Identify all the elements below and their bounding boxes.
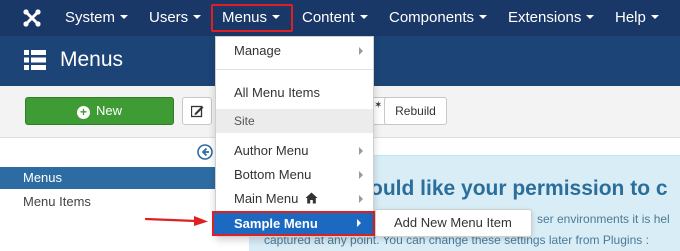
new-button-label: New xyxy=(95,103,122,118)
message-heading: ould like your permission to c xyxy=(370,177,668,200)
menus-highlight-box xyxy=(211,4,293,32)
caret-down-icon xyxy=(193,15,202,20)
menu-item-all-menu-items[interactable]: All Menu Items xyxy=(216,82,373,104)
caret-down-icon xyxy=(586,15,595,20)
caret-down-icon xyxy=(650,15,659,20)
sidebar-item-menu-items[interactable]: Menu Items xyxy=(23,193,91,211)
nav-help-label: Help xyxy=(615,9,646,26)
submenu-arrow-icon xyxy=(359,195,363,203)
nav-help[interactable]: Help xyxy=(615,0,659,36)
caret-down-icon xyxy=(120,15,129,20)
menus-dropdown: Manage All Menu Items Site Author Menu B… xyxy=(215,36,374,237)
menu-item-all-menu-items-label: All Menu Items xyxy=(234,85,320,100)
menu-item-manage-label: Manage xyxy=(234,43,281,58)
nav-users-label: Users xyxy=(149,9,189,26)
menu-item-bottom-menu[interactable]: Bottom Menu xyxy=(216,164,373,186)
menu-item-author-menu-label: Author Menu xyxy=(234,143,309,158)
menu-item-bottom-menu-label: Bottom Menu xyxy=(234,167,312,182)
caret-down-icon xyxy=(479,15,488,20)
sidebar-item-menus[interactable]: Menus xyxy=(0,167,215,189)
sample-menu-submenu: Add New Menu Item xyxy=(375,209,532,237)
page-title: Menus xyxy=(60,48,124,71)
menu-item-sample-menu[interactable]: Sample Menu xyxy=(212,211,375,236)
list-icon xyxy=(24,50,46,70)
top-navbar: System Users Menus Content Components Ex… xyxy=(0,0,680,36)
nav-components-label: Components xyxy=(389,9,475,26)
asterisk-icon: ✶ xyxy=(374,100,383,111)
submenu-arrow-icon xyxy=(359,171,363,179)
nav-system[interactable]: System xyxy=(65,0,129,36)
menu-item-main-menu-label: Main Menu xyxy=(234,191,299,206)
annotation-arrow-icon xyxy=(144,216,208,226)
plus-circle-icon: + xyxy=(76,106,90,119)
nav-content[interactable]: Content xyxy=(302,0,368,36)
home-icon xyxy=(305,192,318,204)
message-text-line1: ser environments it is hel xyxy=(537,212,670,226)
caret-down-icon xyxy=(359,15,368,20)
rebuild-button[interactable]: Rebuild xyxy=(384,97,447,125)
edit-button[interactable] xyxy=(182,97,212,125)
menu-item-sample-menu-label: Sample Menu xyxy=(234,216,318,231)
nav-extensions[interactable]: Extensions xyxy=(508,0,595,36)
new-button[interactable]: + New xyxy=(25,97,174,125)
nav-components[interactable]: Components xyxy=(389,0,488,36)
joomla-logo-icon[interactable] xyxy=(22,8,42,28)
submenu-item-add-new-menu-item[interactable]: Add New Menu Item xyxy=(394,215,512,230)
nav-system-label: System xyxy=(65,9,116,26)
nav-users[interactable]: Users xyxy=(149,0,202,36)
nav-content-label: Content xyxy=(302,9,355,26)
menu-divider xyxy=(216,69,373,70)
menu-section-header-site: Site xyxy=(216,109,373,133)
submenu-arrow-icon xyxy=(359,147,363,155)
nav-extensions-label: Extensions xyxy=(508,9,582,26)
submenu-arrow-icon xyxy=(357,219,361,227)
collapse-sidebar-icon[interactable] xyxy=(197,144,213,160)
edit-icon xyxy=(191,105,204,118)
menu-item-main-menu[interactable]: Main Menu xyxy=(216,188,373,210)
menu-item-manage[interactable]: Manage xyxy=(216,40,373,62)
submenu-arrow-icon xyxy=(359,47,363,55)
menu-item-author-menu[interactable]: Author Menu xyxy=(216,140,373,162)
